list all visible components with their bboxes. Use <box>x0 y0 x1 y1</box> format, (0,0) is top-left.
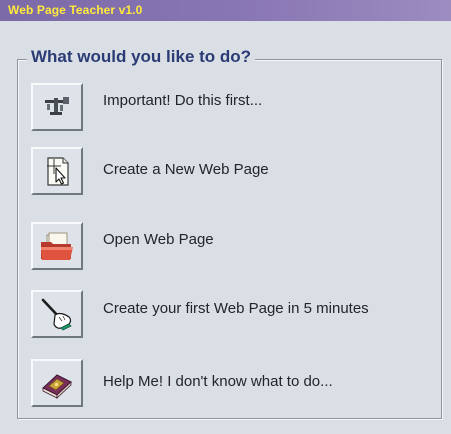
create-new-page-button[interactable] <box>31 147 83 195</box>
open-web-page-label[interactable]: Open Web Page <box>103 231 214 248</box>
important-label[interactable]: Important! Do this first... <box>103 92 262 109</box>
open-web-page-button[interactable] <box>31 222 83 270</box>
group-legend: What would you like to do? <box>27 46 256 68</box>
tools-icon <box>45 97 69 115</box>
window-title: Web Page Teacher v1.0 <box>8 3 143 17</box>
help-me-label[interactable]: Help Me! I don't know what to do... <box>103 373 333 390</box>
hand-wand-icon <box>41 298 72 331</box>
help-me-button[interactable] <box>31 359 83 407</box>
important-button[interactable] <box>31 83 83 131</box>
app-window: Web Page Teacher v1.0 What would you lik… <box>0 0 451 434</box>
create-new-page-label[interactable]: Create a New Web Page <box>103 161 269 178</box>
open-folder-icon <box>41 232 73 260</box>
title-bar[interactable]: Web Page Teacher v1.0 <box>0 0 451 21</box>
first-page-5-minutes-label[interactable]: Create your first Web Page in 5 minutes <box>103 300 369 317</box>
new-page-cursor-icon <box>47 157 69 186</box>
help-book-icon <box>42 374 72 399</box>
first-page-5-minutes-button[interactable] <box>31 290 83 338</box>
